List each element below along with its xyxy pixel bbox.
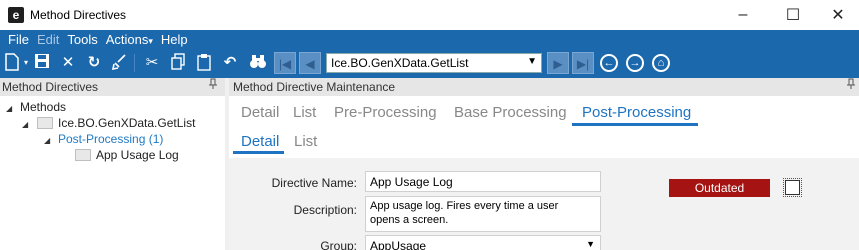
expand-triangle-icon[interactable]: ◢ — [6, 104, 12, 113]
directive-name-field[interactable]: App Usage Log — [365, 171, 601, 192]
menu-actions[interactable]: Actions▾ — [102, 30, 157, 51]
cut-icon[interactable]: ✂ — [142, 53, 162, 73]
tab-base-processing[interactable]: Base Processing — [454, 104, 567, 121]
outdated-checkbox[interactable] — [783, 178, 802, 197]
binoculars-icon[interactable] — [248, 53, 268, 73]
description-line: App usage log. Fires every time a user — [370, 200, 559, 212]
description-label: Description: — [293, 203, 357, 217]
description-field[interactable]: App usage log. Fires every time a user o… — [365, 196, 601, 232]
last-record-icon[interactable]: ▶| — [572, 52, 594, 74]
method-search-combo[interactable]: Ice.BO.GenXData.GetList ▼ — [326, 53, 542, 73]
menu-help[interactable]: Help — [157, 30, 192, 50]
previous-record-icon[interactable]: ◀ — [299, 52, 321, 74]
menu-actions-label: Actions — [105, 31, 149, 47]
tab-detail[interactable]: Detail — [241, 104, 279, 121]
left-panel-title: Method Directives — [2, 80, 99, 94]
minimize-button[interactable]: – — [720, 0, 766, 30]
active-subtab-indicator — [233, 151, 284, 154]
menu-tools[interactable]: Tools — [63, 30, 101, 50]
chevron-down-icon: ▾ — [148, 35, 153, 46]
tree-node-method[interactable]: Ice.BO.GenXData.GetList — [58, 115, 195, 131]
dropdown-arrow-icon[interactable]: ▼ — [586, 239, 595, 249]
menu-bar: File Edit Tools Actions▾ Help — [0, 30, 192, 50]
menu-file[interactable]: File — [4, 30, 33, 50]
tree-node-methods[interactable]: Methods — [20, 99, 66, 115]
tab-pre-processing[interactable]: Pre-Processing — [334, 104, 437, 121]
paste-icon[interactable] — [194, 53, 214, 73]
back-icon[interactable]: ← — [600, 54, 618, 72]
delete-icon[interactable]: ✕ — [58, 53, 78, 73]
right-panel-title: Method Directive Maintenance — [233, 80, 396, 94]
app-logo-icon: e — [8, 7, 24, 23]
directive-name-label: Directive Name: — [271, 176, 357, 190]
method-search-value: Ice.BO.GenXData.GetList — [331, 56, 469, 70]
folder-icon — [75, 149, 91, 161]
folder-icon — [37, 117, 53, 129]
right-panel-header: Method Directive Maintenance — [229, 78, 859, 96]
menu-edit[interactable]: Edit — [33, 30, 63, 50]
method-tree: ◢ Methods ◢ Ice.BO.GenXData.GetList ◢ Po… — [0, 96, 225, 250]
outdated-status-badge: Outdated — [669, 179, 770, 197]
first-record-icon[interactable]: |◀ — [274, 52, 296, 74]
active-tab-indicator — [572, 123, 698, 126]
home-icon[interactable]: ⌂ — [652, 54, 670, 72]
forward-icon[interactable]: → — [626, 54, 644, 72]
left-panel-header: Method Directives — [0, 78, 225, 96]
pin-icon[interactable] — [847, 78, 855, 97]
tab-post-processing[interactable]: Post-Processing — [582, 104, 691, 121]
maximize-button[interactable]: ☐ — [770, 0, 816, 30]
expand-triangle-icon[interactable]: ◢ — [22, 120, 28, 129]
subtab-detail[interactable]: Detail — [241, 133, 279, 150]
pin-icon[interactable] — [209, 78, 217, 97]
toolbar-separator — [134, 54, 135, 72]
copy-icon[interactable] — [168, 53, 188, 73]
refresh-icon[interactable]: ↻ — [84, 53, 104, 73]
clear-icon[interactable] — [110, 53, 130, 73]
expand-triangle-icon[interactable]: ◢ — [44, 136, 50, 145]
next-record-icon[interactable]: ▶ — [547, 52, 569, 74]
subtab-list[interactable]: List — [294, 133, 317, 150]
tab-list[interactable]: List — [293, 104, 316, 121]
toolbar: ▾ ✕ ↻ ✂ ↶ |◀ ◀ Ice.BO.GenXData.GetList ▼… — [0, 50, 859, 76]
group-select[interactable]: AppUsage ▼ — [365, 235, 601, 250]
save-icon[interactable] — [32, 53, 52, 73]
description-line: opens a screen. — [370, 214, 449, 226]
window-title: Method Directives — [30, 8, 127, 22]
tree-node-post-processing[interactable]: Post-Processing (1) — [58, 131, 163, 147]
group-value: AppUsage — [370, 239, 427, 250]
tree-node-app-usage-log[interactable]: App Usage Log — [96, 147, 179, 163]
close-button[interactable]: ✕ — [815, 0, 859, 30]
undo-icon[interactable]: ↶ — [220, 53, 240, 73]
dropdown-arrow-icon[interactable]: ▼ — [527, 56, 537, 67]
group-label: Group: — [320, 239, 357, 250]
title-bar: e Method Directives – ☐ ✕ — [0, 0, 859, 30]
